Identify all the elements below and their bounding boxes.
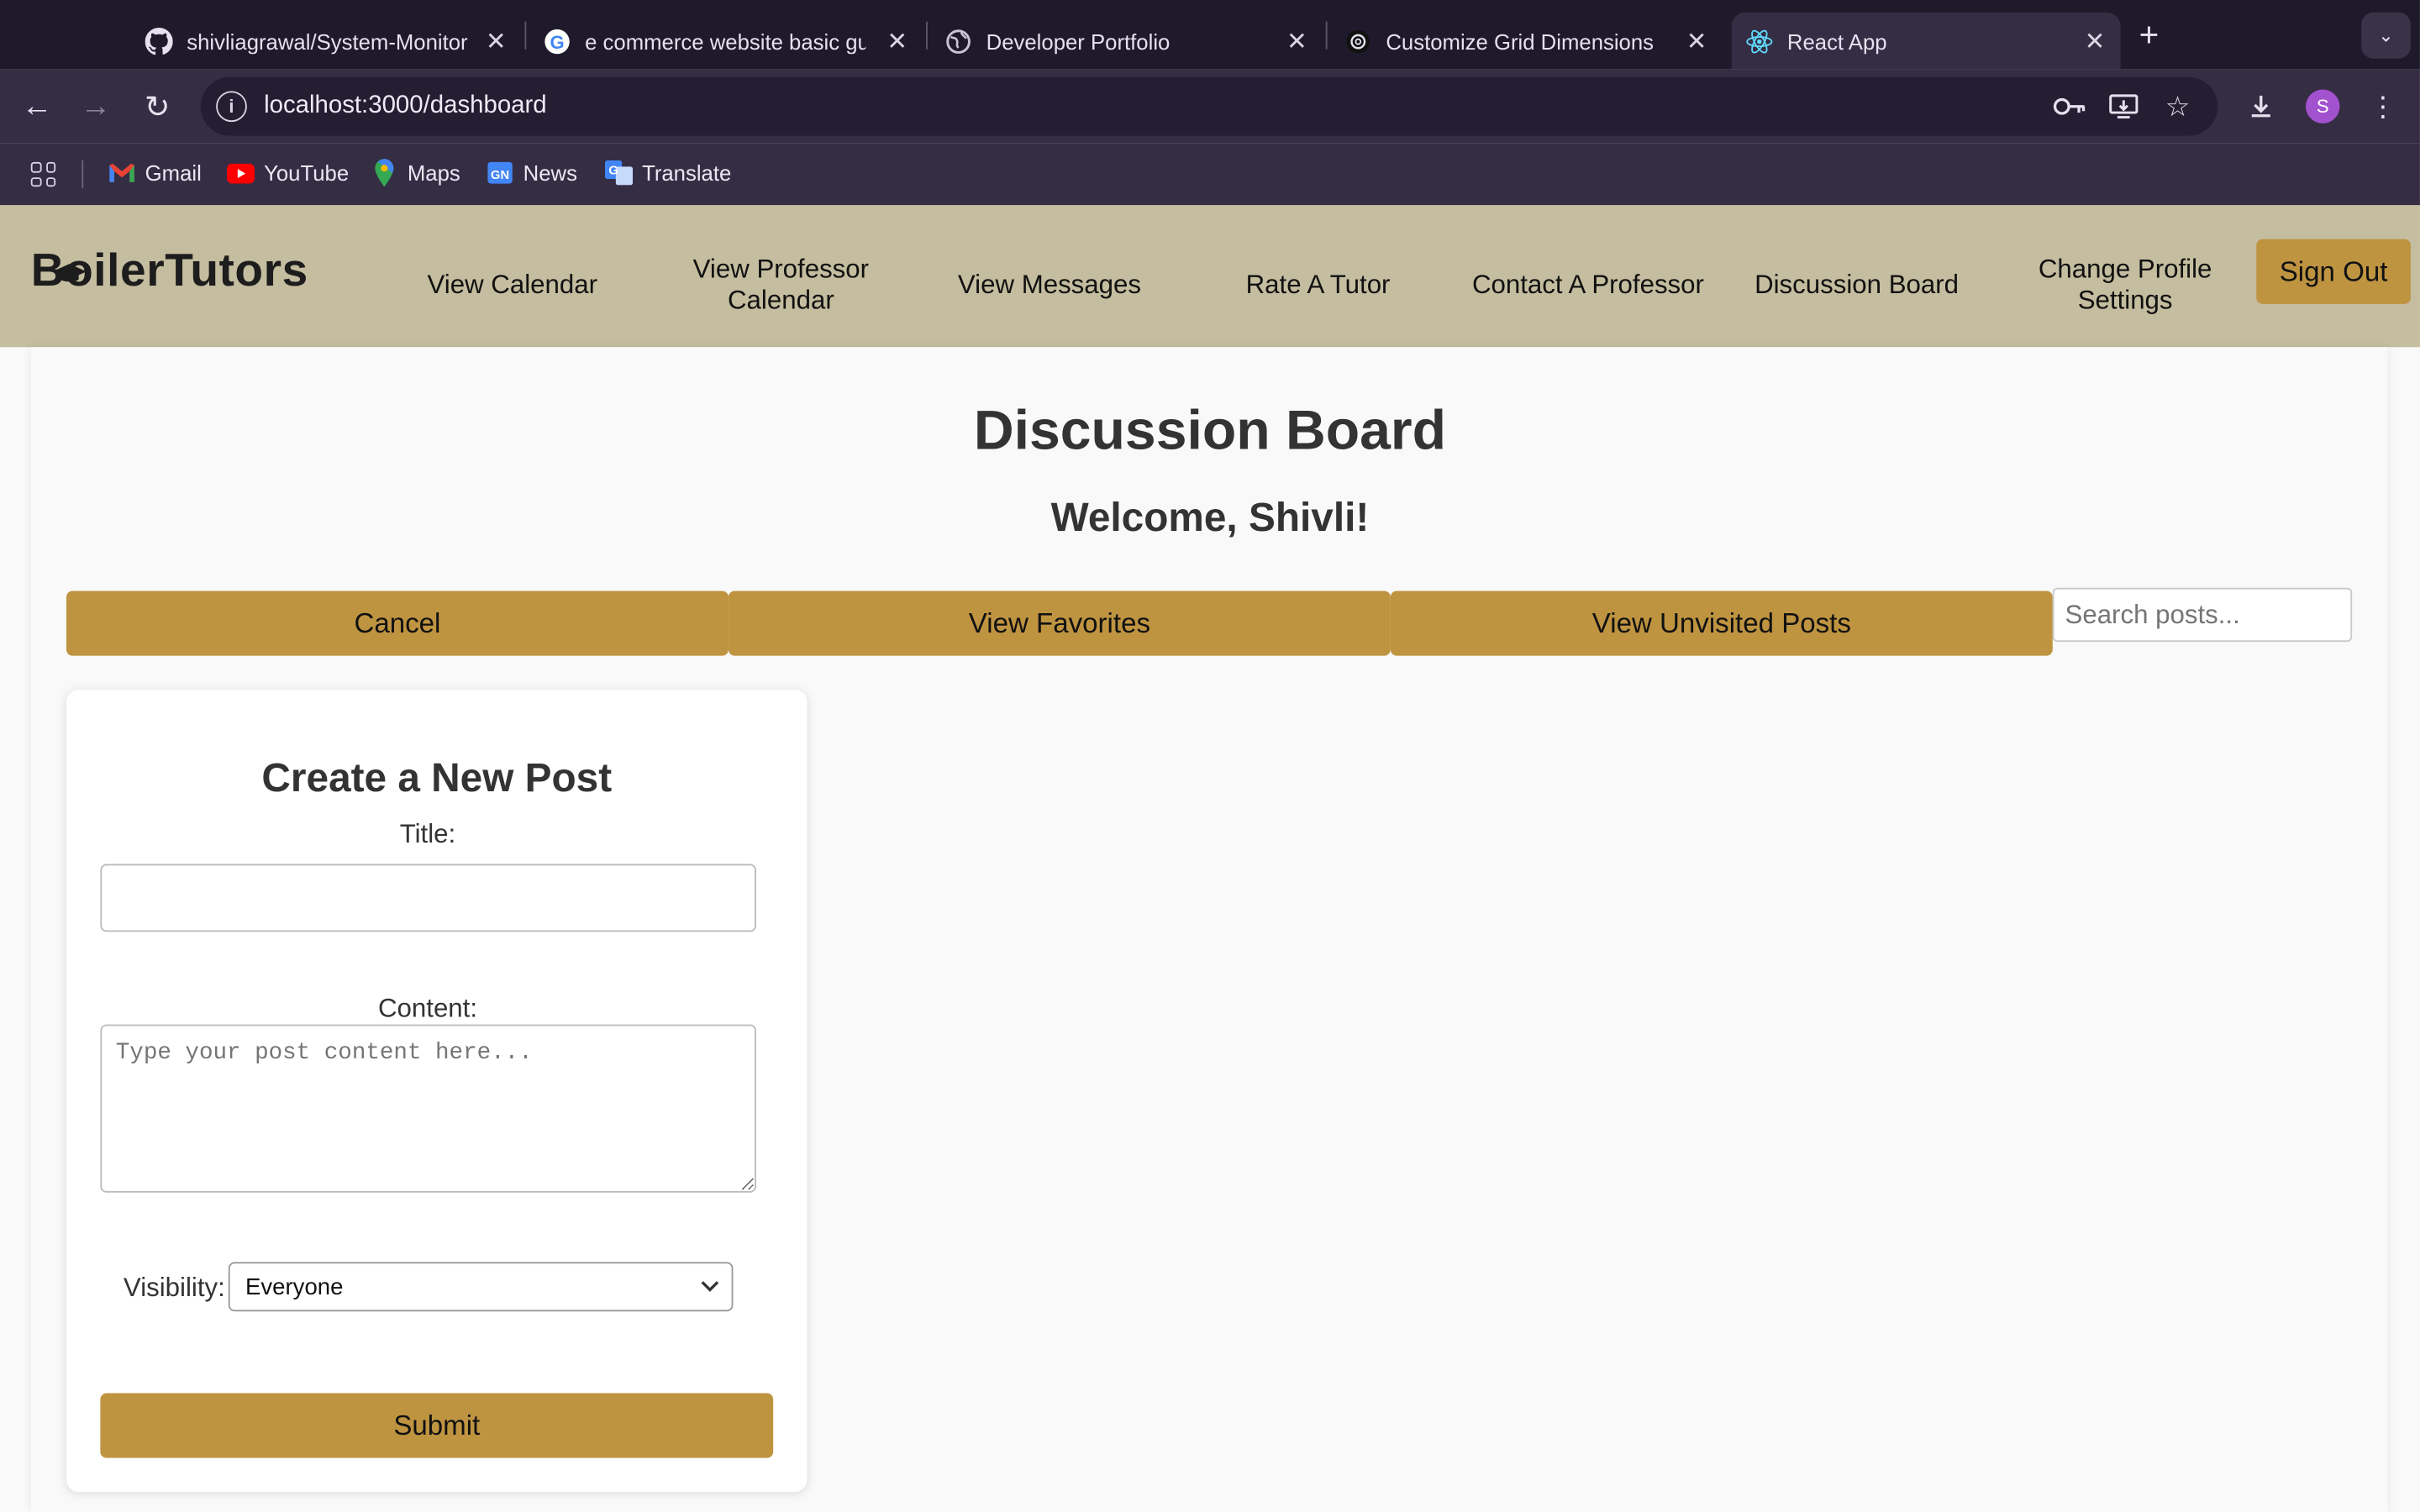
submit-button[interactable]: Submit [100, 1393, 774, 1458]
nav-discussion-board[interactable]: Discussion Board [1736, 270, 1977, 301]
react-icon [1745, 27, 1773, 55]
tab-github[interactable]: shivliagrawal/System-Monitor ✕ [129, 13, 522, 70]
nav-rate-a-tutor[interactable]: Rate A Tutor [1210, 270, 1426, 301]
view-unvisited-posts-button[interactable]: View Unvisited Posts [1390, 591, 2053, 656]
news-icon: GN [487, 160, 514, 185]
bookmark-label: Maps [407, 160, 460, 186]
bookmarks-bar: Gmail YouTube Maps GN News G Translate [0, 143, 2420, 206]
password-key-icon[interactable] [2053, 91, 2086, 122]
github-icon [145, 27, 173, 55]
tab-separator [926, 21, 928, 50]
close-tab-icon[interactable]: ✕ [2085, 26, 2106, 57]
new-tab-icon[interactable]: + [2139, 15, 2160, 55]
close-tab-icon[interactable]: ✕ [1686, 26, 1707, 57]
tab-title: shivliagrawal/System-Monitor [187, 28, 468, 54]
cancel-button[interactable]: Cancel [66, 591, 729, 656]
sign-out-button[interactable]: Sign Out [2256, 239, 2411, 304]
graduation-cap-icon [52, 242, 87, 294]
reload-icon[interactable]: ↻ [139, 88, 176, 125]
nav-view-professor-calendar[interactable]: View Professor Calendar [673, 255, 889, 316]
globe-icon [944, 27, 972, 55]
bookmark-star-icon[interactable]: ☆ [2160, 90, 2194, 122]
bookmark-translate[interactable]: G Translate [604, 160, 732, 186]
bookmark-news[interactable]: GN News [487, 160, 577, 185]
browser-tab-bar: shivliagrawal/System-Monitor ✕ G e comme… [0, 0, 2420, 70]
visibility-label: Visibility: [123, 1273, 225, 1303]
svg-text:G: G [550, 31, 564, 52]
close-tab-icon[interactable]: ✕ [886, 26, 908, 57]
tab-google[interactable]: G e commerce website basic gu ✕ [531, 13, 923, 70]
bookmark-label: News [523, 160, 577, 186]
welcome-message: Welcome, Shivli! [1050, 493, 1370, 540]
bookmark-label: Translate [642, 160, 732, 186]
create-post-heading: Create a New Post [261, 754, 613, 801]
tab-react-app[interactable]: React App ✕ [1731, 12, 2121, 70]
view-favorites-button[interactable]: View Favorites [728, 591, 1391, 656]
tab-separator [524, 21, 527, 50]
site-info-icon[interactable]: i [216, 91, 247, 123]
bookmarks-separator [82, 160, 84, 189]
close-tab-icon[interactable]: ✕ [1286, 26, 1307, 57]
visibility-select[interactable]: Everyone [228, 1262, 734, 1312]
nav-view-calendar[interactable]: View Calendar [404, 270, 620, 301]
nav-change-profile-settings[interactable]: Change Profile Settings [2025, 255, 2226, 316]
tab-customize-grid[interactable]: Customize Grid Dimensions ✕ [1330, 13, 1723, 70]
bookmark-label: YouTube [264, 160, 350, 186]
apps-grid-icon[interactable] [30, 161, 56, 187]
bookmark-gmail[interactable]: Gmail [108, 160, 202, 185]
svg-text:G: G [608, 165, 618, 178]
content-textarea[interactable] [100, 1024, 756, 1193]
chevron-down-icon [701, 1276, 719, 1298]
forward-arrow-icon[interactable]: → [77, 88, 114, 125]
tab-separator [1325, 21, 1328, 50]
svg-text:GN: GN [491, 169, 509, 182]
youtube-icon [226, 160, 255, 185]
install-app-icon[interactable] [2107, 91, 2140, 122]
title-field[interactable] [100, 864, 756, 932]
tab-developer-portfolio[interactable]: Developer Portfolio ✕ [931, 13, 1323, 70]
close-tab-icon[interactable]: ✕ [486, 26, 507, 57]
chatgpt-icon [1344, 27, 1372, 55]
translate-icon: G [604, 160, 634, 186]
tab-title: Developer Portfolio [986, 28, 1171, 54]
browser-menu-icon[interactable]: ⋮ [2366, 90, 2400, 123]
profile-avatar[interactable]: S [2306, 89, 2340, 123]
tab-title: e commerce website basic gu [585, 28, 866, 54]
visibility-selected-value: Everyone [245, 1273, 344, 1300]
download-icon[interactable] [2244, 90, 2278, 123]
bookmark-maps[interactable]: Maps [371, 159, 460, 187]
back-arrow-icon[interactable]: ← [18, 88, 55, 125]
search-input[interactable] [2052, 587, 2353, 643]
title-label: Title: [399, 819, 456, 849]
url-text: localhost:3000/dashboard [264, 92, 547, 119]
nav-view-messages[interactable]: View Messages [941, 270, 1157, 301]
content-label: Content: [377, 993, 478, 1023]
address-bar[interactable]: i localhost:3000/dashboard ☆ [200, 76, 2218, 136]
tab-title: React App [1786, 28, 1887, 54]
browser-toolbar: ← → ↻ i localhost:3000/dashboard ☆ S ⋮ [0, 69, 2420, 144]
app-logo[interactable]: BoilerTutors [31, 245, 308, 297]
tab-search-chevron-icon[interactable]: ⌄ [2361, 12, 2411, 59]
page-title: Discussion Board [973, 397, 1447, 462]
tab-title: Customize Grid Dimensions [1386, 28, 1655, 54]
google-icon: G [544, 27, 571, 55]
bookmark-label: Gmail [145, 160, 202, 186]
gmail-icon [108, 160, 136, 185]
nav-contact-a-professor[interactable]: Contact A Professor [1457, 270, 1719, 301]
maps-icon [371, 159, 398, 187]
bookmark-youtube[interactable]: YouTube [226, 160, 350, 186]
